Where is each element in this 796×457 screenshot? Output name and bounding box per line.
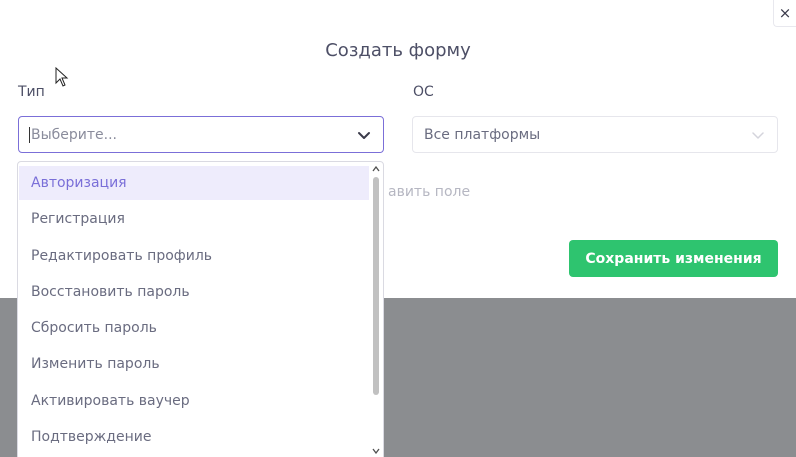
dropdown-option[interactable]: Регистрация bbox=[19, 202, 369, 236]
add-field-link[interactable]: авить поле bbox=[388, 184, 470, 200]
os-label: ОС bbox=[413, 84, 434, 100]
dropdown-option[interactable]: Сбросить пароль bbox=[19, 311, 369, 345]
mouse-pointer-icon bbox=[55, 67, 69, 87]
chevron-down-icon[interactable] bbox=[751, 128, 765, 142]
type-select-placeholder: Выберите... bbox=[31, 126, 118, 143]
scroll-down-arrow-icon[interactable] bbox=[370, 446, 382, 456]
type-label: Тип bbox=[18, 84, 45, 100]
close-icon[interactable]: × bbox=[779, 4, 792, 22]
scroll-up-arrow-icon[interactable] bbox=[370, 164, 382, 174]
dropdown-option[interactable]: Восстановить пароль bbox=[19, 275, 369, 309]
dropdown-option[interactable]: Активировать ваучер bbox=[19, 384, 369, 418]
os-select-value: Все платформы bbox=[424, 126, 541, 143]
os-select[interactable]: Все платформы bbox=[412, 116, 778, 153]
type-select[interactable]: Выберите... bbox=[18, 116, 384, 153]
dropdown-option[interactable]: Изменить пароль bbox=[19, 347, 369, 381]
dropdown-option[interactable]: Авторизация bbox=[19, 166, 369, 200]
type-dropdown-menu: Авторизация Регистрация Редактировать пр… bbox=[17, 161, 384, 457]
close-button[interactable]: × bbox=[773, 0, 796, 27]
dropdown-option[interactable]: Редактировать профиль bbox=[19, 239, 369, 273]
text-caret bbox=[29, 126, 30, 143]
chevron-down-icon[interactable] bbox=[357, 128, 371, 142]
scrollbar-thumb[interactable] bbox=[373, 177, 379, 395]
dropdown-option[interactable]: Подтверждение bbox=[19, 420, 369, 454]
save-changes-button[interactable]: Сохранить изменения bbox=[569, 240, 778, 277]
modal-title: Создать форму bbox=[325, 40, 471, 61]
